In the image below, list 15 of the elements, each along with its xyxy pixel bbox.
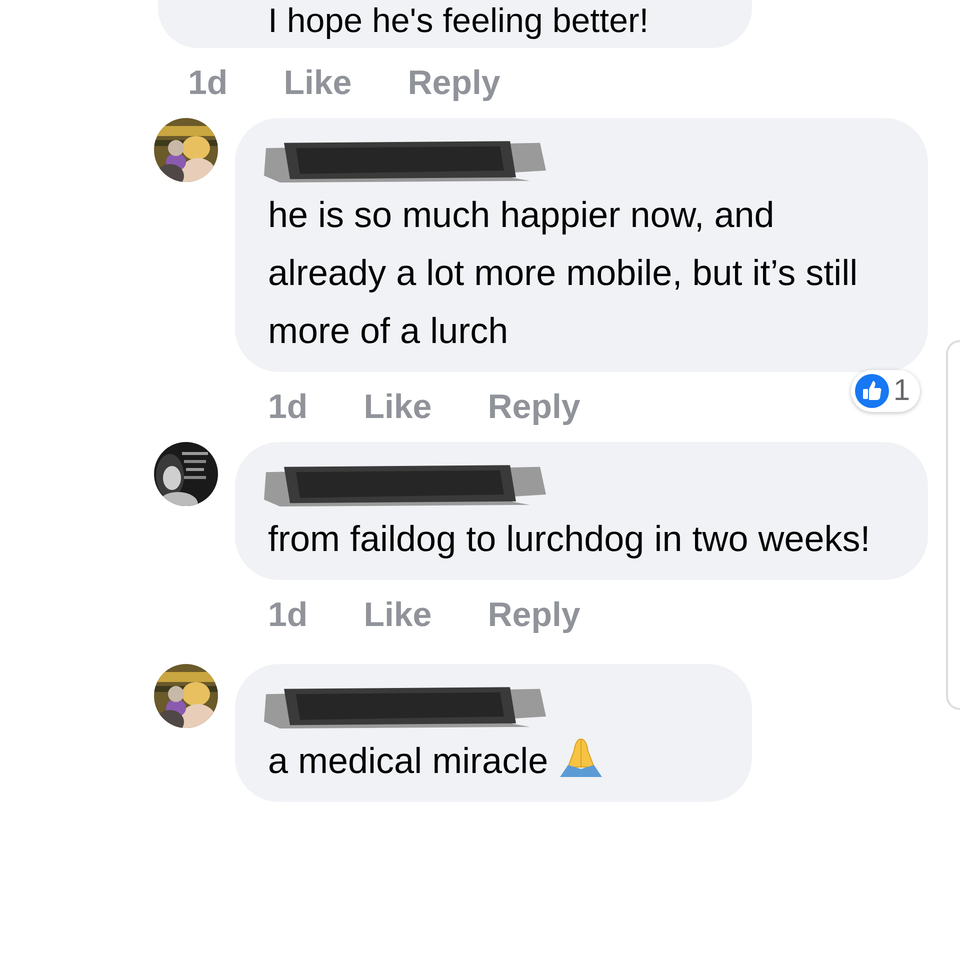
reply-link[interactable]: Reply [488,590,580,640]
timestamp: 1d [268,594,308,636]
reply-link[interactable]: Reply [488,382,580,432]
comment-text: he is so much happier now, and already a lot more mobile, but it’s still more of a lurch [268,193,859,353]
like-reaction-icon [855,374,890,408]
timestamp: 1d [188,62,228,104]
like-link[interactable]: Like [284,58,352,108]
comment-text: a medical miracle [268,732,712,790]
reaction-count[interactable]: 1 [851,370,920,412]
like-link[interactable]: Like [364,590,432,640]
timestamp: 1d [268,386,308,428]
reply-link[interactable]: Reply [408,58,500,108]
like-link[interactable]: Like [364,382,432,432]
comment-text: from faildog to lurchdog in two weeks! [268,517,872,561]
comment-text: I hope he's feeling better! [268,1,650,42]
